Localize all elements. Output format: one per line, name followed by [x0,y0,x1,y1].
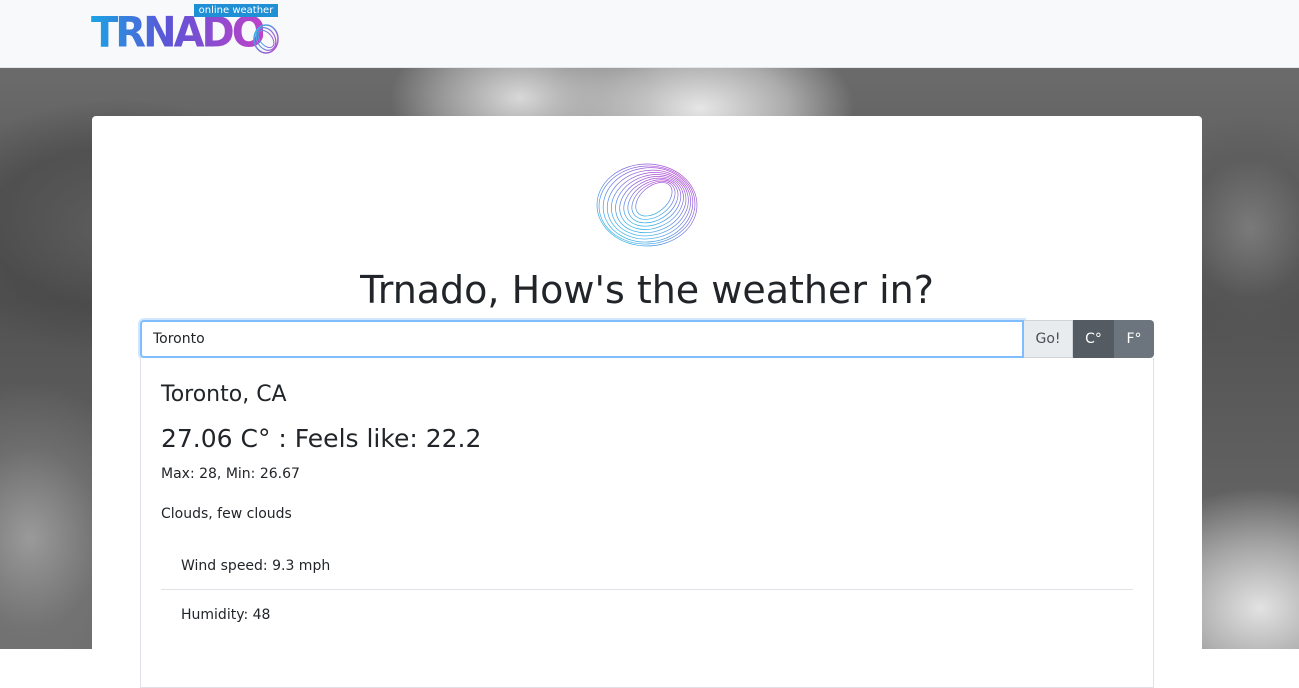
weather-card: Trnado, How's the weather in? Go! C° F° … [92,116,1202,688]
page-title: Trnado, How's the weather in? [360,268,934,312]
go-button[interactable]: Go! [1024,320,1073,358]
city-search-input[interactable] [140,320,1024,358]
brand-swirl-icon [253,24,279,54]
city-name: Toronto, CA [161,382,287,407]
brand-tagline: online weather [194,4,278,17]
weather-description: Clouds, few clouds [161,506,292,522]
weather-result-panel: Toronto, CA 27.06 C° : Feels like: 22.2 … [140,358,1154,688]
fahrenheit-button[interactable]: F° [1114,320,1154,358]
list-item-wind-speed: Wind speed: 9.3 mph [161,541,1133,590]
celsius-button[interactable]: C° [1073,320,1114,358]
search-bar: Go! C° F° [140,320,1154,358]
temperature-reading: 27.06 C° : Feels like: 22.2 [161,424,482,453]
weather-details-list: Wind speed: 9.3 mph Humidity: 48 [161,541,1133,639]
brand-logo[interactable]: TRNADO online weather [91,4,283,58]
swirl-ring-logo-icon [596,163,698,247]
navbar: TRNADO online weather [0,0,1299,68]
max-min-temperature: Max: 28, Min: 26.67 [161,466,300,482]
list-item-humidity: Humidity: 48 [181,607,271,623]
